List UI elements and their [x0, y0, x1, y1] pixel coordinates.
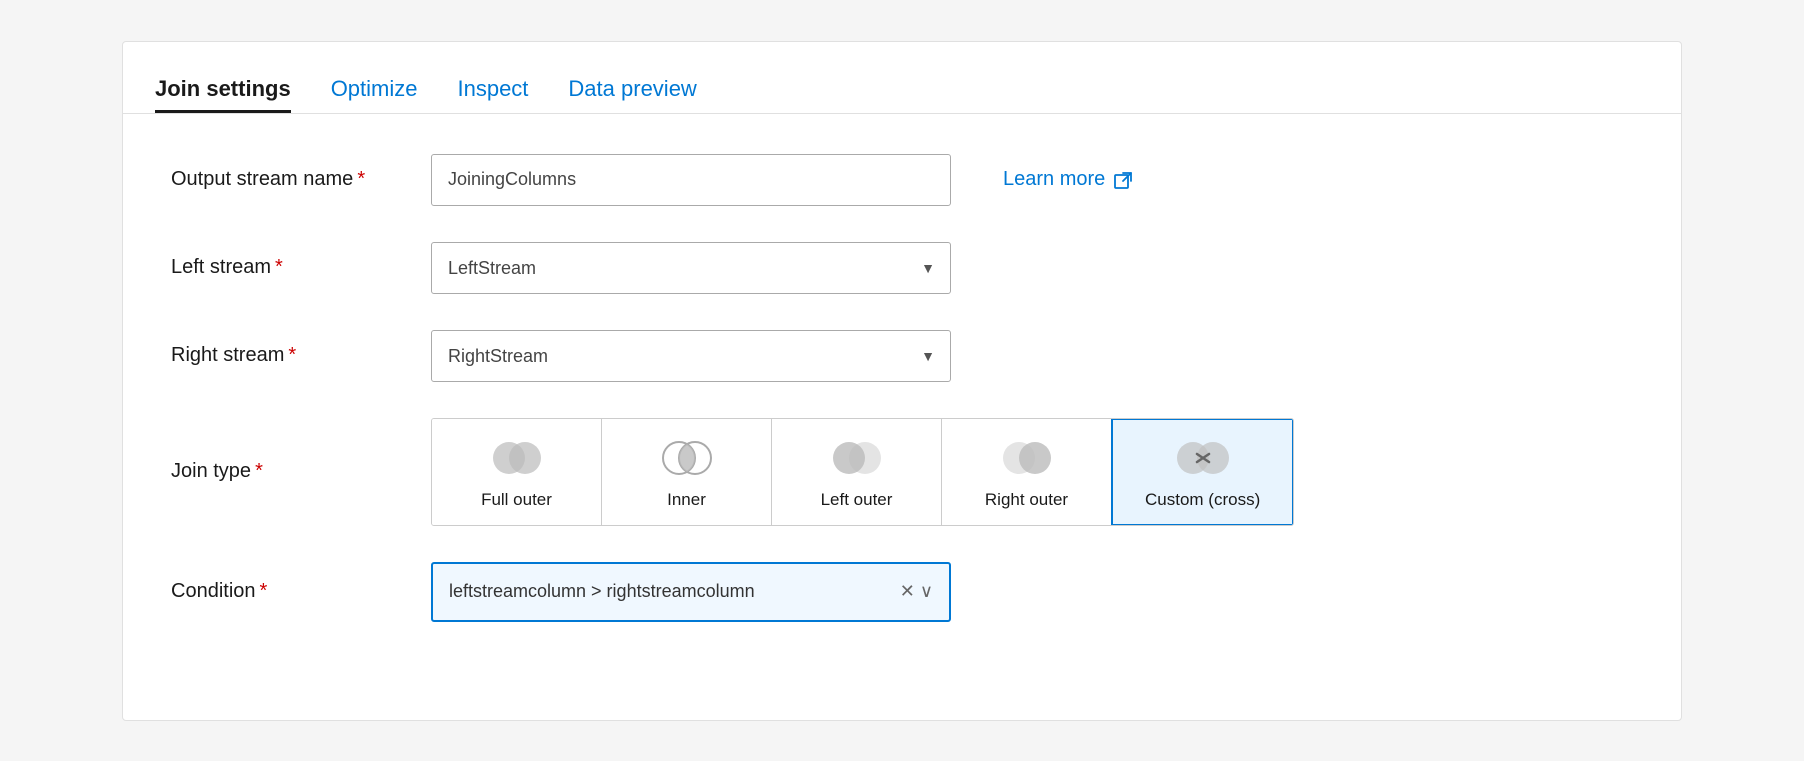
- left-outer-label: Left outer: [821, 490, 893, 510]
- right-stream-select-wrapper: RightStream: [431, 330, 951, 382]
- tab-bar: Join settings Optimize Inspect Data prev…: [123, 42, 1681, 114]
- condition-required: *: [260, 580, 268, 603]
- right-stream-required: *: [288, 344, 296, 367]
- learn-more-link[interactable]: Learn more: [1003, 168, 1135, 191]
- join-option-left-outer[interactable]: Left outer: [772, 419, 942, 525]
- output-stream-name-row: Output stream name * Learn more: [171, 154, 1633, 206]
- external-link-icon: [1113, 169, 1135, 191]
- condition-label: Condition *: [171, 580, 411, 603]
- custom-cross-label: Custom (cross): [1145, 490, 1260, 510]
- condition-row: Condition * leftstreamcolumn > rightstre…: [171, 562, 1633, 622]
- left-stream-label: Left stream *: [171, 256, 411, 279]
- output-stream-name-input[interactable]: [431, 154, 951, 206]
- join-option-full-outer[interactable]: Full outer: [432, 419, 602, 525]
- right-stream-select[interactable]: RightStream: [431, 330, 951, 382]
- right-stream-label: Right stream *: [171, 344, 411, 367]
- right-stream-row: Right stream * RightStream: [171, 330, 1633, 382]
- left-stream-required: *: [275, 256, 283, 279]
- form-content: Output stream name * Learn more Left str…: [123, 114, 1681, 698]
- right-outer-label: Right outer: [985, 490, 1068, 510]
- join-type-options: Full outer Inner: [431, 418, 1294, 526]
- tab-data-preview[interactable]: Data preview: [568, 78, 696, 113]
- condition-expand-icon[interactable]: ✕ ∨: [900, 581, 933, 602]
- left-stream-select[interactable]: LeftStream: [431, 242, 951, 294]
- output-stream-name-required: *: [357, 168, 365, 191]
- inner-label: Inner: [667, 490, 706, 510]
- join-type-label: Join type *: [171, 460, 411, 483]
- full-outer-label: Full outer: [481, 490, 552, 510]
- output-stream-name-label: Output stream name *: [171, 168, 411, 191]
- join-option-custom-cross[interactable]: Custom (cross): [1111, 418, 1294, 526]
- condition-input[interactable]: leftstreamcolumn > rightstreamcolumn ✕ ∨: [431, 562, 951, 622]
- left-stream-row: Left stream * LeftStream: [171, 242, 1633, 294]
- left-stream-select-wrapper: LeftStream: [431, 242, 951, 294]
- join-option-inner[interactable]: Inner: [602, 419, 772, 525]
- join-settings-panel: Join settings Optimize Inspect Data prev…: [122, 41, 1682, 721]
- join-type-required: *: [255, 460, 263, 483]
- join-type-row: Join type * Full outer: [171, 418, 1633, 526]
- join-option-right-outer[interactable]: Right outer: [942, 419, 1112, 525]
- condition-value: leftstreamcolumn > rightstreamcolumn: [449, 581, 755, 602]
- tab-optimize[interactable]: Optimize: [331, 78, 418, 113]
- tab-inspect[interactable]: Inspect: [457, 78, 528, 113]
- tab-join-settings[interactable]: Join settings: [155, 78, 291, 113]
